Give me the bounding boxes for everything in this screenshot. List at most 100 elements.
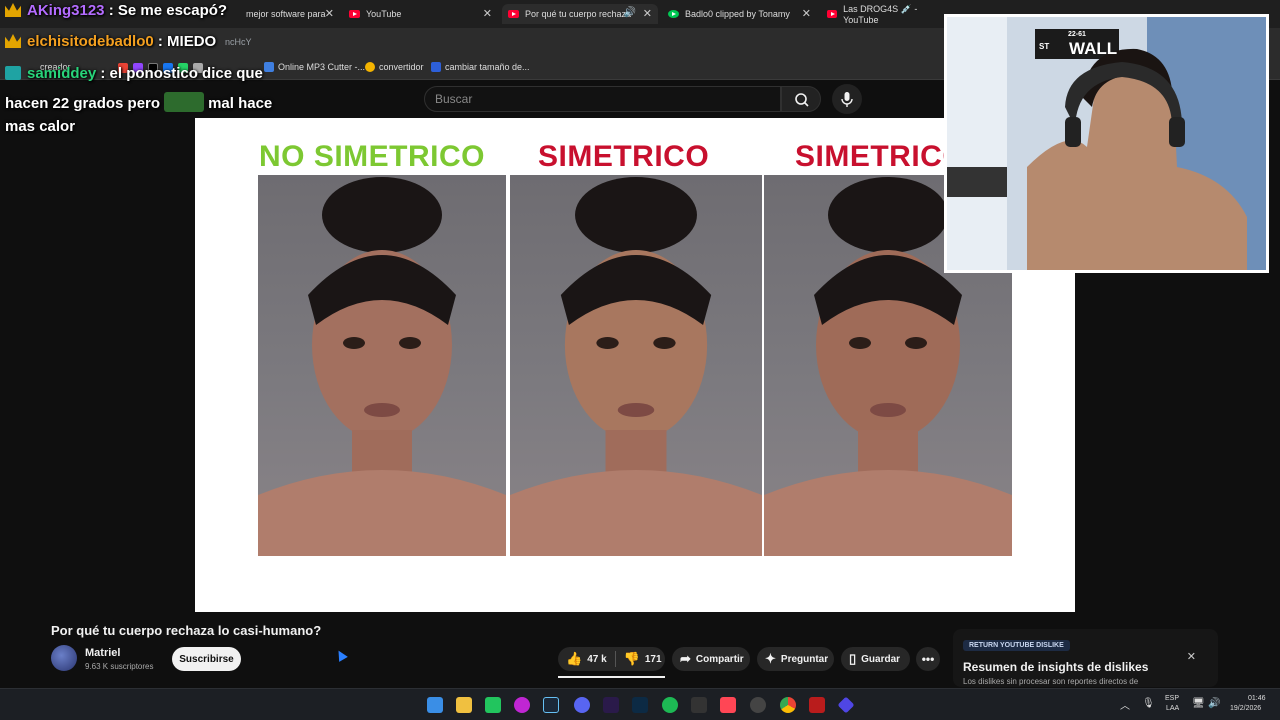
convertidor-icon	[365, 62, 375, 72]
tray-mic-icon[interactable]: 🎙	[1142, 698, 1155, 709]
language-sub: LAA	[1166, 705, 1180, 712]
webcam-overlay: 22-61 ST WALL	[944, 14, 1269, 273]
like-dislike-group: 👍 47 k 👎 171	[558, 647, 665, 671]
clock-time[interactable]: 01:46	[1248, 695, 1266, 702]
label-simetrico-2: SIMETRICO	[795, 140, 967, 173]
channel-avatar[interactable]	[51, 645, 77, 671]
tray-chevron-icon[interactable]: ︿	[1120, 697, 1130, 712]
chat-text: hacen 22 grados pero	[5, 95, 161, 112]
thumbs-down-icon: 👎	[623, 651, 640, 666]
file-explorer-icon[interactable]	[456, 697, 472, 713]
tab-close-icon[interactable]: ✕	[643, 7, 652, 20]
steam-icon[interactable]	[543, 697, 559, 713]
spotify-icon[interactable]	[662, 697, 678, 713]
subscribe-button[interactable]: Suscribirse	[172, 647, 241, 671]
chat-username: samiddey	[27, 65, 97, 82]
tab-label: Las DROG4S 💉 - YouTube	[843, 3, 918, 25]
youtube-icon	[508, 10, 519, 18]
chat-username: elchisitodebadlo0	[27, 33, 154, 50]
crown-badge-icon	[5, 34, 21, 48]
channel-name[interactable]: Matriel	[85, 647, 120, 659]
volume-icon[interactable]: 🔊	[1208, 698, 1220, 709]
save-button[interactable]: ▯ Guardar	[841, 647, 910, 671]
share-label: Compartir	[695, 653, 744, 665]
search-placeholder: Buscar	[435, 92, 473, 106]
app-circle-icon[interactable]	[750, 697, 766, 713]
chrome-icon[interactable]	[780, 697, 796, 713]
speaker-icon[interactable]: 🔊	[624, 7, 636, 18]
tab-label: YouTube	[366, 9, 402, 19]
app-purple-icon[interactable]	[514, 697, 530, 713]
face-image-symmetric-left	[510, 175, 762, 556]
windows-start-icon[interactable]	[427, 697, 443, 713]
clip-icon	[668, 10, 679, 18]
app-green-icon[interactable]	[485, 697, 501, 713]
bookmark-label: convertidor	[379, 62, 424, 72]
sub-badge-icon	[5, 66, 21, 80]
ask-button[interactable]: ✦ Preguntar	[757, 647, 834, 671]
voice-search-button[interactable]	[832, 84, 862, 114]
tab-close-icon[interactable]: ✕	[483, 7, 492, 20]
more-actions-button[interactable]: •••	[916, 647, 940, 671]
tab-youtube[interactable]: YouTube ✕	[343, 4, 498, 24]
youtube-icon	[349, 10, 360, 18]
mouse-cursor-icon	[334, 648, 348, 662]
app-g-icon[interactable]	[691, 697, 707, 713]
close-icon[interactable]: ✕	[1187, 650, 1196, 663]
bookmark-convertidor[interactable]: convertidor	[365, 62, 424, 72]
chat-text: : MIEDO	[157, 33, 217, 50]
tab-label: Badlo0 clipped by Tonamy	[685, 9, 790, 19]
subscriber-count: 9.63 K suscriptores	[85, 662, 154, 671]
ask-label: Preguntar	[780, 653, 829, 665]
label-simetrico-1: SIMETRICO	[538, 140, 710, 173]
webcam-sign-st: ST	[1039, 42, 1050, 51]
tab-badlo-clip[interactable]: Badlo0 clipped by Tonamy ✕	[662, 4, 817, 24]
search-icon	[795, 93, 809, 107]
bookmark-icon: ▯	[849, 651, 857, 666]
valorant-icon[interactable]	[720, 697, 736, 713]
chat-message: samiddey : el ponostico dice que	[5, 65, 263, 82]
thumbs-up-icon: 👍	[566, 651, 583, 666]
like-count: 47 k	[587, 653, 607, 665]
return-dislike-card[interactable]: RETURN YOUTUBE DISLIKE Resumen de insigh…	[953, 629, 1218, 687]
premiere-icon[interactable]	[603, 697, 619, 713]
more-icon: •••	[921, 652, 935, 666]
crown-badge-icon	[5, 3, 21, 17]
bookmark-label: cambiar tamaño de...	[445, 62, 530, 72]
dislike-card-badge: RETURN YOUTUBE DISLIKE	[963, 640, 1070, 651]
network-icon[interactable]: 🖥	[1192, 698, 1205, 709]
chat-continuation: mas calor	[5, 118, 75, 135]
tab-close-icon[interactable]: ✕	[802, 7, 811, 20]
like-button[interactable]: 👍 47 k	[558, 651, 607, 667]
tab-active-video[interactable]: Por qué tu cuerpo rechaza 🔊 ✕	[502, 4, 658, 24]
video-player[interactable]: NO SIMETRICO SIMETRICO SIMETRICO	[195, 118, 1075, 612]
save-label: Guardar	[861, 653, 901, 665]
chat-continuation: hacen 22 grados pero mal hace	[5, 92, 272, 112]
app-red-icon[interactable]	[809, 697, 825, 713]
tab-las-drogas[interactable]: Las DROG4S 💉 - YouTube	[821, 3, 946, 25]
label-no-simetrico: NO SIMETRICO	[259, 140, 486, 173]
video-title: Por qué tu cuerpo rechaza lo casi-humano…	[51, 623, 322, 638]
tab-close-icon[interactable]: ✕	[325, 7, 334, 20]
search-button[interactable]	[781, 86, 821, 112]
app-diamond-icon[interactable]	[837, 696, 855, 714]
search-input[interactable]: Buscar	[424, 86, 781, 112]
sparkle-icon: ✦	[765, 651, 776, 666]
dislike-card-subtitle: Los dislikes sin procesar son reportes d…	[963, 677, 1139, 686]
chat-emote-icon	[164, 92, 205, 112]
discord-icon[interactable]	[574, 697, 590, 713]
dislike-button[interactable]: 👎 171	[624, 651, 662, 667]
share-icon: ➦	[680, 651, 691, 666]
tab-label: Por qué tu cuerpo rechaza	[525, 9, 632, 19]
photoshop-icon[interactable]	[632, 697, 648, 713]
chat-text: mal hace	[208, 95, 273, 112]
resize-icon	[431, 62, 441, 72]
bookmark-cambiar-tamano[interactable]: cambiar tamaño de...	[431, 62, 530, 72]
chat-text: mas calor	[5, 118, 76, 135]
chat-message: AKing3123 : Se me escapó?	[5, 2, 227, 19]
language-indicator[interactable]: ESP	[1165, 695, 1179, 702]
clock-date[interactable]: 19/2/2026	[1230, 705, 1261, 712]
chat-username: AKing3123	[27, 2, 105, 19]
share-button[interactable]: ➦ Compartir	[672, 647, 750, 671]
like-ratio-bar	[558, 676, 665, 678]
